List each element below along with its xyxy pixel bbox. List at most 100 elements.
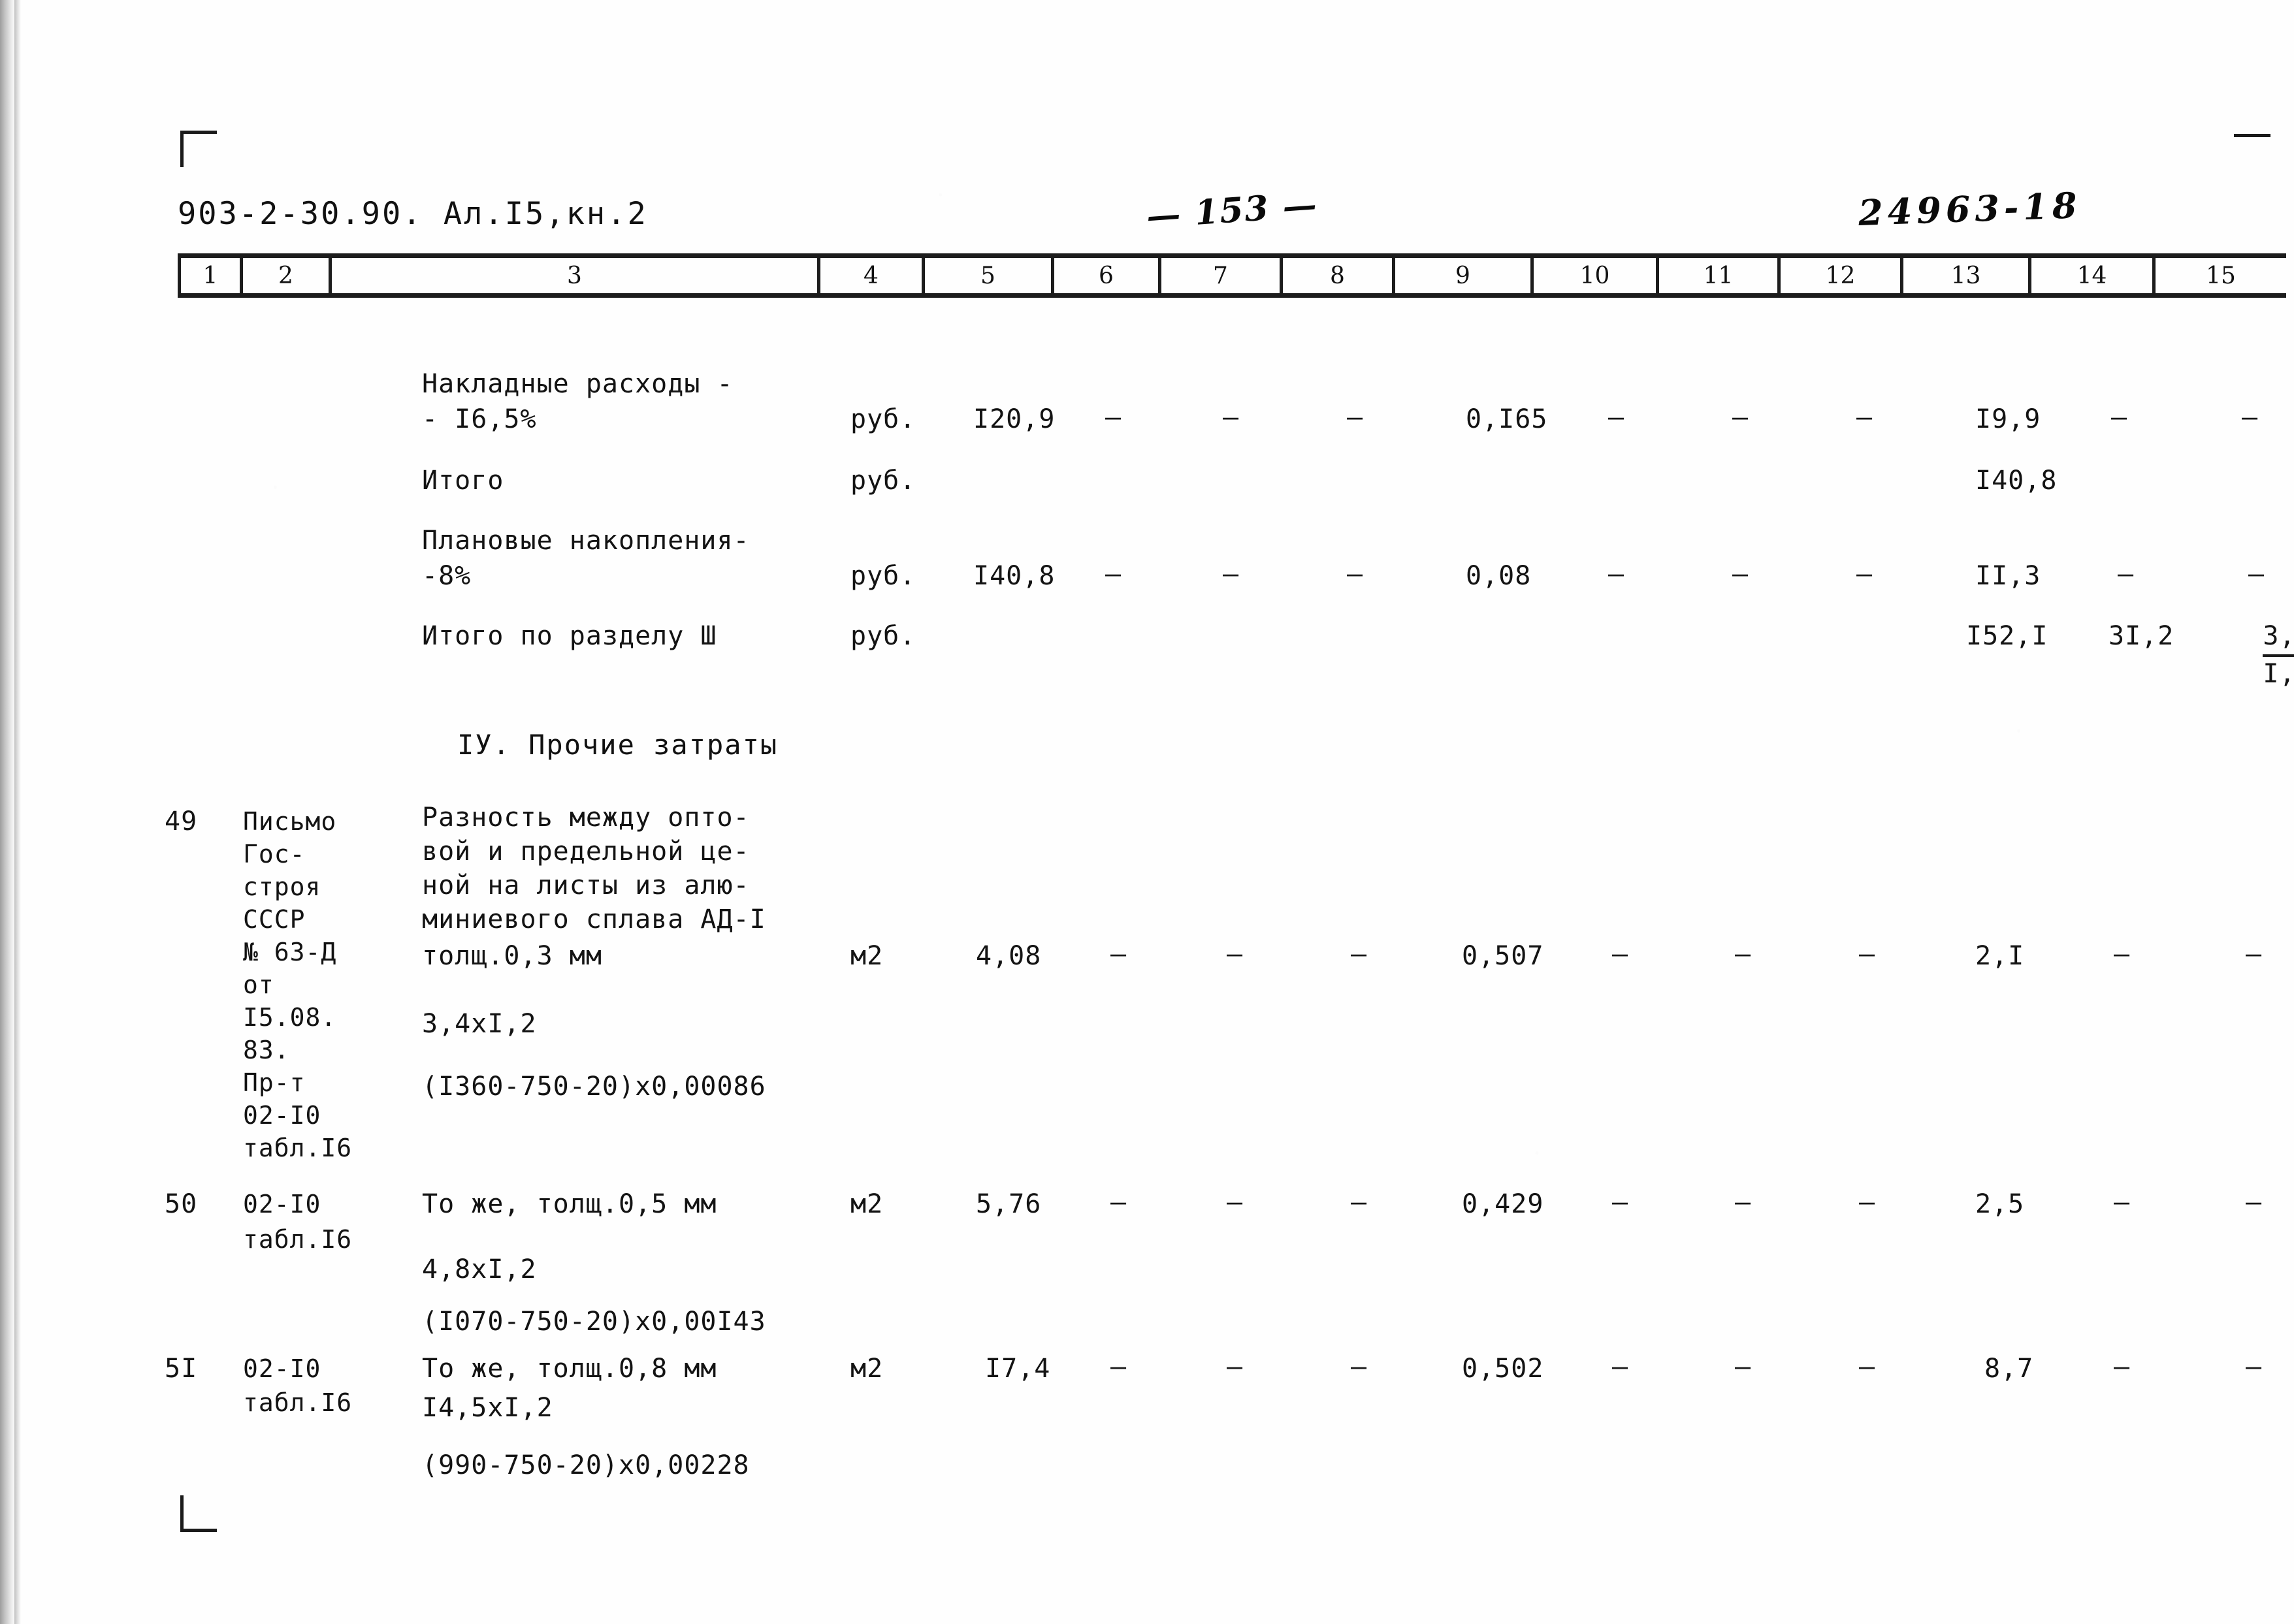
item-51-col7-dash: — (1227, 1352, 1243, 1382)
crop-mark-top-right (2234, 134, 2270, 170)
section-heading-other-costs: IУ. Прочие затраты (457, 729, 779, 761)
item-50-col14-dash: — (2114, 1187, 2130, 1217)
item-50-calc-line-2: (I070-750-20)x0,00I43 (422, 1307, 766, 1337)
subtotal-col13: I40,8 (1975, 466, 2058, 496)
section-total-unit: руб. (850, 621, 916, 651)
column-header-7: 7 (1161, 258, 1283, 293)
planned-col15-dash: — (2248, 559, 2265, 589)
planned-col14-dash: — (2118, 559, 2134, 589)
column-header-3: 3 (332, 258, 820, 293)
planned-col5: I40,8 (973, 561, 1056, 591)
column-header-15: 15 (2206, 262, 2236, 289)
item-51-col13: 8,7 (1984, 1354, 2034, 1384)
planned-desc-line1: Плановые накопления- (422, 526, 750, 556)
item-49-col13: 2,I (1975, 941, 2025, 971)
item-51-ref-line-2: табл.I6 (243, 1388, 353, 1417)
item-49-desc-line-2: вой и предельной це- (422, 836, 750, 867)
overhead-desc-line2: - I6,5% (422, 404, 537, 434)
column-header-11: 11 (1659, 258, 1781, 293)
subtotal-unit: руб. (850, 466, 916, 496)
item-49-col5: 4,08 (976, 941, 1042, 971)
item-50-col8-dash: — (1351, 1187, 1367, 1217)
item-49-unit: м2 (850, 941, 884, 971)
item-49-ref-line-10: 02-I0 (243, 1101, 321, 1130)
scan-gutter-shadow (0, 0, 14, 1624)
item-51-col15-dash: — (2246, 1352, 2262, 1382)
subtotal-desc: Итого (422, 466, 504, 496)
crop-mark-top-left (180, 131, 217, 167)
planned-col6-dash: — (1105, 559, 1122, 589)
planned-col8-dash: — (1347, 559, 1363, 589)
section-total-col14: 3I,2 (2108, 621, 2174, 651)
item-51-col8-dash: — (1351, 1352, 1367, 1382)
item-51-calc-line-2: (990-750-20)x0,00228 (422, 1450, 750, 1480)
column-header-14: 14 (2031, 258, 2156, 293)
overhead-col5: I20,9 (973, 404, 1056, 434)
item-50-col9: 0,429 (1462, 1189, 1544, 1219)
overhead-col7-dash: — (1223, 402, 1239, 432)
overhead-col14-dash: — (2111, 402, 2127, 432)
item-51-number: 5I (165, 1354, 198, 1384)
item-50-col5: 5,76 (976, 1189, 1042, 1219)
item-50-col10-dash: — (1612, 1187, 1628, 1217)
scan-noise-overlay (0, 0, 2294, 1624)
item-50-ref-line-1: 02-I0 (243, 1190, 321, 1218)
item-49-calc-line-2: (I360-750-20)x0,00086 (422, 1072, 766, 1102)
item-51-col5: I7,4 (985, 1354, 1051, 1384)
overhead-desc-line1: Накладные расходы - (422, 369, 734, 399)
item-49-col8-dash: — (1351, 939, 1367, 969)
item-49-ref-line-7: I5.08. (243, 1003, 337, 1032)
item-49-ref-line-4: СССР (243, 905, 306, 934)
section-total-desc: Итого по разделу Ш (422, 621, 717, 651)
overhead-col11-dash: — (1732, 402, 1749, 432)
item-49-col12-dash: — (1859, 939, 1875, 969)
column-header-2: 2 (243, 258, 332, 293)
overhead-col15-dash: — (2242, 402, 2258, 432)
item-49-number: 49 (165, 806, 198, 836)
item-51-calc-line-1: I4,5xI,2 (422, 1393, 553, 1423)
column-header-9: 9 (1395, 258, 1534, 293)
item-49-ref-line-8: 83. (243, 1036, 290, 1064)
planned-col7-dash: — (1223, 559, 1239, 589)
item-50-col15-dash: — (2246, 1187, 2262, 1217)
item-50-ref-line-2: табл.I6 (243, 1225, 353, 1254)
column-header-12: 12 (1781, 258, 1903, 293)
item-49-ref-line-6: от (243, 970, 274, 999)
item-49-col9: 0,507 (1462, 941, 1544, 971)
item-49-calc-line-1: 3,4xI,2 (422, 1009, 537, 1039)
planned-col12-dash: — (1856, 559, 1873, 589)
item-51-col14-dash: — (2114, 1352, 2130, 1382)
item-51-col12-dash: — (1859, 1352, 1875, 1382)
item-49-ref-line-1: Письмо (243, 807, 337, 836)
overhead-col8-dash: — (1347, 402, 1363, 432)
item-50-col11-dash: — (1735, 1187, 1751, 1217)
item-51-col9: 0,502 (1462, 1354, 1544, 1384)
item-49-ref-line-11: табл.I6 (243, 1134, 353, 1162)
item-49-col10-dash: — (1612, 939, 1628, 969)
item-49-col11-dash: — (1735, 939, 1751, 969)
planned-col10-dash: — (1608, 559, 1624, 589)
item-51-col6-dash: — (1110, 1352, 1127, 1382)
item-50-col12-dash: — (1859, 1187, 1875, 1217)
item-49-col14-dash: — (2114, 939, 2130, 969)
item-50-col13: 2,5 (1975, 1189, 2025, 1219)
column-header-8: 8 (1283, 258, 1395, 293)
item-51-ref-line-1: 02-I0 (243, 1354, 321, 1383)
crop-mark-bottom-left (180, 1495, 217, 1532)
column-header-4: 4 (820, 258, 925, 293)
column-header-6: 6 (1054, 258, 1161, 293)
item-49-col7-dash: — (1227, 939, 1243, 969)
planned-desc-line2: -8% (422, 561, 472, 591)
column-header-13: 13 (1903, 258, 2031, 293)
section-total-col15-denominator: I,2 (2263, 659, 2294, 689)
section-total-col13: I52,I (1966, 621, 2048, 651)
item-51-col11-dash: — (1735, 1352, 1751, 1382)
column-header-1: 1 (178, 258, 243, 293)
item-51-col10-dash: — (1612, 1352, 1628, 1382)
scanned-page: 903-2-30.90. Ал.I5,кн.2 — 153 — 24963-18… (0, 0, 2294, 1624)
archive-code: 24963-18 (1857, 184, 2082, 234)
item-51-unit: м2 (850, 1354, 884, 1384)
item-49-ref-line-3: строя (243, 872, 321, 901)
item-50-unit: м2 (850, 1189, 884, 1219)
item-50-calc-line-1: 4,8xI,2 (422, 1254, 537, 1284)
